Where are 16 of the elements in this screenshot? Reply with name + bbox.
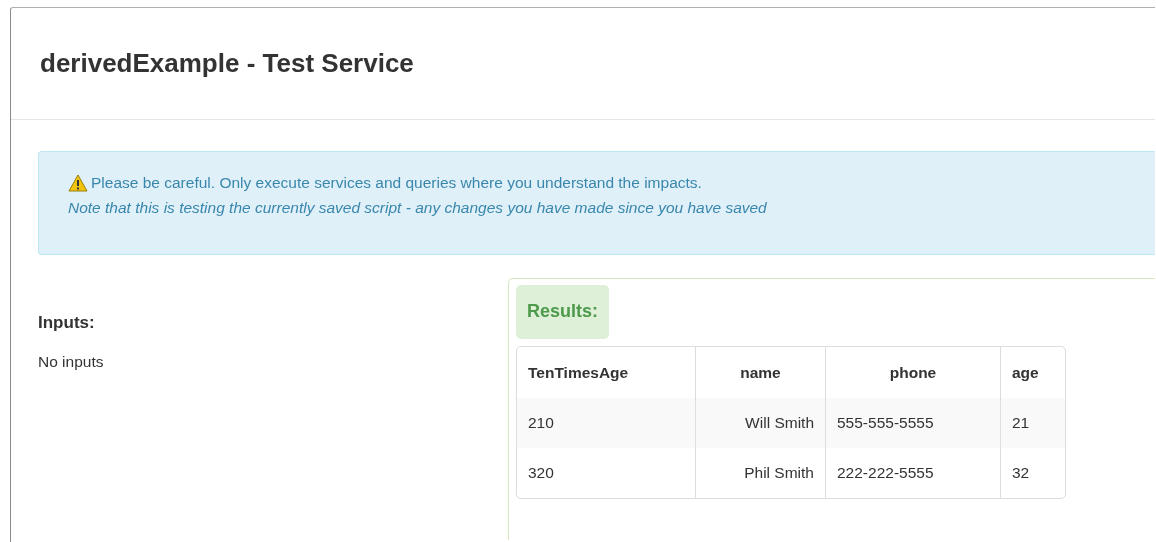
warning-icon — [68, 174, 88, 192]
table-cell: 555-555-5555 — [825, 398, 1000, 448]
table-cell: Will Smith — [695, 398, 825, 448]
no-inputs-text: No inputs — [38, 353, 105, 371]
table-cell: 32 — [1000, 448, 1065, 498]
results-heading: Results: — [516, 285, 609, 339]
warning-note: Note that this is testing the currently saved script - any changes you have made since you have saved — [68, 199, 768, 217]
warning-message: Please be careful. Only execute services and queries where you understand the impacts. — [91, 174, 702, 192]
column-header: TenTimesAge — [527, 362, 630, 383]
dialog-title: derivedExample - Test Service — [40, 48, 414, 79]
inputs-heading: Inputs: — [38, 313, 96, 333]
table-cell: 222-222-5555 — [825, 448, 1000, 498]
table-cell: Phil Smith — [695, 448, 825, 498]
table-cell: 21 — [1000, 398, 1065, 448]
table-cell: 210 — [517, 398, 695, 448]
table-cell-text: 320 — [527, 463, 555, 483]
